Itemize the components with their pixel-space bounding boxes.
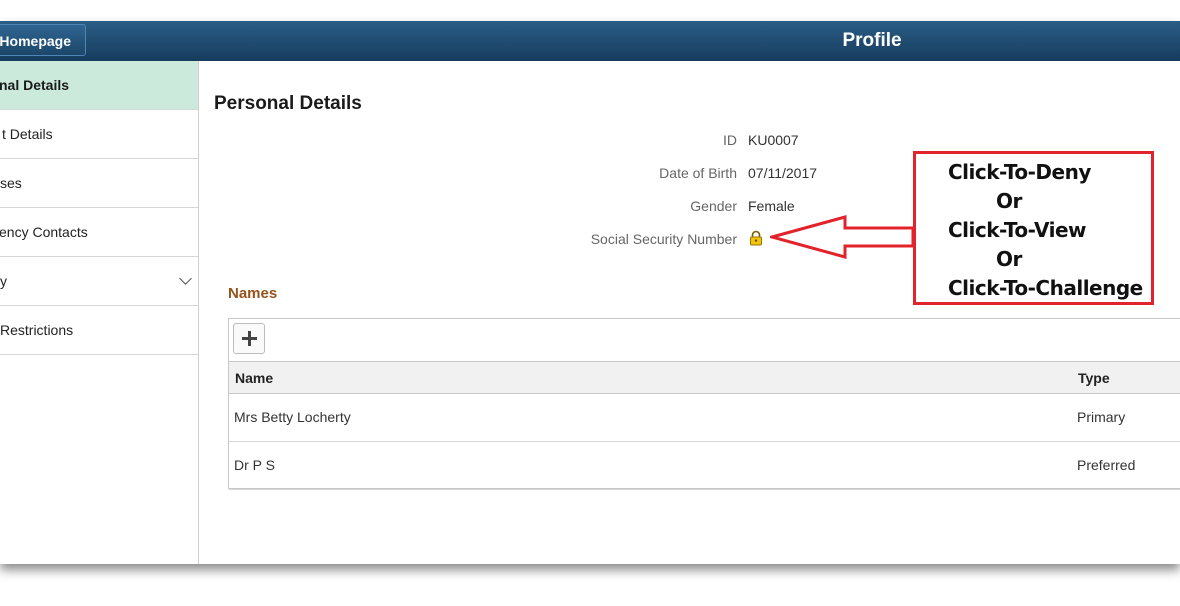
sidebar-item-label: y xyxy=(0,273,7,289)
id-value: KU0007 xyxy=(748,132,799,148)
top-banner: Homepage Profile xyxy=(0,21,1180,61)
page-title: Profile xyxy=(842,30,902,51)
column-header-type[interactable]: Type xyxy=(1078,362,1110,394)
name-cell: Mrs Betty Locherty xyxy=(234,409,351,425)
callout-line-deny: Click-To-Deny xyxy=(948,160,1091,184)
sidebar-item-label: nal Details xyxy=(0,77,70,93)
sidebar-nav: nal Details t Details ses ency Contacts … xyxy=(0,61,199,564)
name-cell: Dr P S xyxy=(234,457,275,473)
type-cell: Primary xyxy=(1077,409,1126,425)
id-label: ID xyxy=(723,132,737,148)
gender-label: Gender xyxy=(690,198,737,214)
homepage-button[interactable]: Homepage xyxy=(0,24,86,56)
dob-value: 07/11/2017 xyxy=(748,165,818,181)
table-row[interactable]: Mrs Betty Locherty Primary xyxy=(229,394,1180,442)
sidebar-item-addresses[interactable]: ses xyxy=(0,159,198,208)
sidebar-item-restrictions[interactable]: Restrictions xyxy=(0,306,198,355)
app-window: Homepage Profile nal Details t Details s… xyxy=(0,21,1180,564)
callout-line-or: Or xyxy=(996,189,1022,213)
chevron-down-icon[interactable] xyxy=(179,272,192,285)
section-title: Personal Details xyxy=(214,93,362,114)
sidebar-item-label: Restrictions xyxy=(0,322,74,338)
gender-value: Female xyxy=(748,198,795,214)
sidebar-item-label: ses xyxy=(0,175,22,191)
names-heading: Names xyxy=(228,285,278,302)
table-row[interactable]: Dr P S Preferred xyxy=(229,442,1180,490)
column-header-name[interactable]: Name xyxy=(235,362,273,394)
sidebar-item-expandable[interactable]: y xyxy=(0,257,198,306)
callout-line-challenge: Click-To-Challenge xyxy=(948,276,1143,300)
callout-line-view: Click-To-View xyxy=(948,218,1087,242)
sidebar-item-personal-details[interactable]: nal Details xyxy=(0,61,198,110)
grid-header: Name Type xyxy=(229,361,1180,394)
names-grid: Name Type Mrs Betty Locherty Primary Dr … xyxy=(228,318,1180,490)
add-name-button[interactable] xyxy=(233,323,265,354)
ssn-label: Social Security Number xyxy=(590,231,737,247)
annotation-callout: Click-To-Deny Or Click-To-View Or Click-… xyxy=(913,151,1154,305)
dob-label: Date of Birth xyxy=(659,165,737,181)
sidebar-item-emergency-contacts[interactable]: ency Contacts xyxy=(0,208,198,257)
lock-icon[interactable] xyxy=(748,230,764,246)
sidebar-item-label: ency Contacts xyxy=(0,224,88,240)
type-cell: Preferred xyxy=(1077,457,1136,473)
sidebar-item-contact-details[interactable]: t Details xyxy=(0,110,198,159)
sidebar-item-label: t Details xyxy=(2,126,53,142)
main-content: Personal Details ID KU0007 Date of Birth… xyxy=(199,61,1180,564)
left-arrow-icon xyxy=(770,215,915,259)
callout-line-or: Or xyxy=(996,247,1022,271)
